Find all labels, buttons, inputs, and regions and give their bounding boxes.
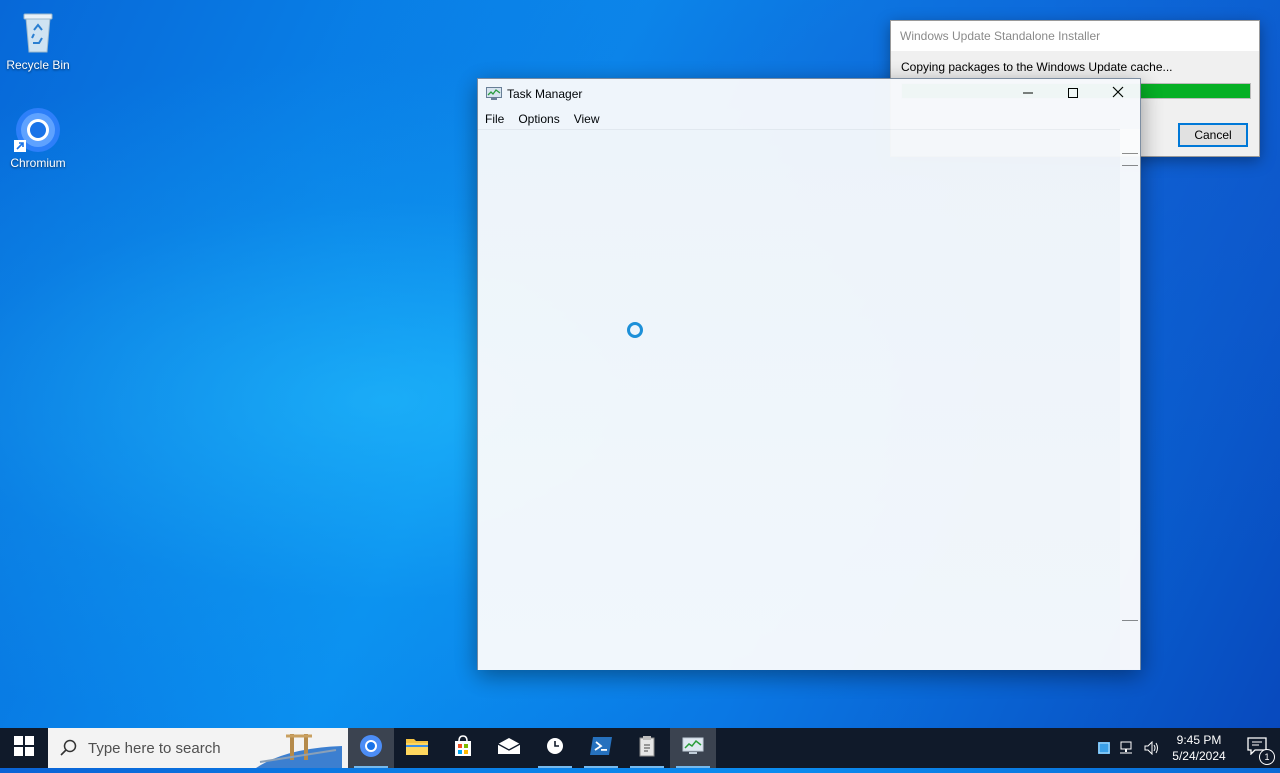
- update-installer-message: Copying packages to the Windows Update c…: [901, 60, 1173, 74]
- task-manager-title: Task Manager: [507, 87, 583, 101]
- taskbar-search-box[interactable]: Type here to search: [48, 728, 348, 768]
- maximize-button[interactable]: [1050, 79, 1095, 109]
- taskbar-powershell[interactable]: [578, 728, 624, 768]
- taskbar-task-manager[interactable]: [670, 728, 716, 768]
- task-manager-icon: [682, 737, 704, 760]
- mail-icon: [497, 737, 521, 760]
- scrollbar-tick: [1122, 620, 1138, 621]
- desktop-icon-chromium[interactable]: Chromium: [0, 106, 76, 170]
- volume-icon[interactable]: [1140, 741, 1164, 755]
- action-center-button[interactable]: 1: [1234, 736, 1280, 765]
- task-manager-icon: [486, 87, 502, 101]
- scrollbar-tick: [1122, 165, 1138, 166]
- system-tray: 9:45 PM 5/24/2024 1: [1092, 728, 1280, 768]
- menu-file[interactable]: File: [478, 109, 511, 129]
- menu-view[interactable]: View: [567, 109, 607, 129]
- desktop-icon-label: Recycle Bin: [6, 58, 70, 72]
- search-icon: [60, 739, 78, 762]
- close-button[interactable]: [1095, 79, 1140, 109]
- folder-icon: [405, 736, 429, 761]
- notification-badge: 1: [1259, 748, 1275, 765]
- search-placeholder: Type here to search: [88, 739, 221, 757]
- task-manager-menubar: File Options View: [478, 109, 607, 129]
- minimize-button[interactable]: [1005, 79, 1050, 109]
- task-manager-titlebar[interactable]: Task Manager: [478, 79, 1140, 109]
- taskbar-microsoft-store[interactable]: [440, 728, 486, 768]
- chromium-icon: [359, 734, 383, 763]
- minimize-icon: [1022, 85, 1033, 103]
- taskbar-update-installer[interactable]: [624, 728, 670, 768]
- task-manager-window: Task Manager File Options View: [477, 78, 1141, 670]
- clock-time: 9:45 PM: [1176, 733, 1222, 747]
- loading-spinner-icon: [627, 322, 643, 338]
- task-manager-scrollbar[interactable]: [1120, 129, 1140, 669]
- recycle-bin-icon: [14, 8, 62, 56]
- menu-options[interactable]: Options: [511, 109, 566, 129]
- taskbar-clock[interactable]: 9:45 PM 5/24/2024: [1164, 732, 1234, 764]
- maximize-icon: [1067, 85, 1078, 103]
- desktop-icon-label: Chromium: [10, 156, 66, 170]
- taskbar: Type here to search 9:45 PM 5/24/2024 1: [0, 728, 1280, 768]
- update-installer-title: Windows Update Standalone Installer: [891, 21, 1259, 51]
- installer-icon: [638, 735, 656, 762]
- clock-date: 5/24/2024: [1172, 749, 1226, 763]
- taskbar-file-explorer[interactable]: [394, 728, 440, 768]
- clock-icon: [545, 736, 565, 761]
- search-highlight-image-icon: [256, 728, 342, 773]
- store-icon: [452, 734, 474, 762]
- desktop-icon-recycle-bin[interactable]: Recycle Bin: [0, 8, 76, 72]
- tray-app-icon[interactable]: [1092, 742, 1116, 754]
- taskbar-clock-app[interactable]: [532, 728, 578, 768]
- close-icon: [1112, 85, 1124, 103]
- network-icon[interactable]: [1116, 741, 1140, 755]
- start-button[interactable]: [0, 728, 48, 768]
- task-manager-content: [478, 129, 1140, 670]
- chromium-icon: [14, 106, 62, 154]
- powershell-icon: [589, 736, 613, 761]
- taskbar-mail[interactable]: [486, 728, 532, 768]
- cancel-button[interactable]: Cancel: [1178, 123, 1248, 147]
- scrollbar-tick: [1122, 153, 1138, 154]
- windows-logo-icon: [14, 735, 34, 761]
- taskbar-chromium[interactable]: [348, 728, 394, 768]
